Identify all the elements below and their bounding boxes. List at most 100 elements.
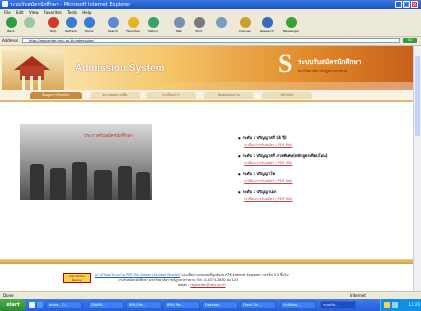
mail-button[interactable]: Mail (170, 17, 188, 33)
discuss-icon (239, 17, 251, 28)
start-button[interactable]: start (0, 299, 26, 311)
program-link-item: ระดับ : ปริญญาตรี (4 ปี) ระเบียบการรับสม… (238, 134, 398, 148)
nav-tab[interactable]: ข้อมูลการรับสมัคร (30, 92, 82, 99)
taskbar-task[interactable]: RMU Re... (126, 301, 162, 309)
tray-icon[interactable] (392, 302, 398, 308)
history-button[interactable]: History (144, 17, 162, 33)
system-tray: 11:20 (380, 299, 421, 311)
toolbar-label: Refresh (65, 29, 77, 33)
program-pdf-link[interactable]: ระเบียบการรับสมัคร (.PDF file) (244, 178, 398, 184)
program-pdf-link[interactable]: ระเบียบการรับสมัคร (.PDF file) (244, 160, 398, 166)
menu-edit[interactable]: Edit (16, 9, 24, 16)
ie-quicklaunch-icon[interactable] (37, 302, 43, 308)
refresh-icon (65, 17, 77, 28)
toolbar-label: Favorites (126, 29, 140, 33)
menu-favorites[interactable]: Favorites (44, 9, 62, 16)
discuss-button[interactable]: Discuss (236, 17, 254, 33)
site-header: Admission System S ระบบรับสมัครนักศึกษา … (0, 46, 413, 90)
scrollbar-thumb[interactable] (415, 56, 420, 136)
program-heading: ระดับ : ปริญญาตรี ภาคพิเศษ(หลักสูตรเทียบ… (238, 152, 398, 159)
taskbar-task[interactable]: Desktop (202, 301, 238, 309)
close-button[interactable]: × (411, 1, 418, 8)
taskbar-task[interactable]: Inbox - O... (46, 301, 82, 309)
menu-view[interactable]: View (29, 9, 39, 16)
taskbar-task[interactable]: RMU Re... (164, 301, 200, 309)
edit-icon (215, 17, 227, 28)
address-input[interactable]: http://regcenter.rmu.ac.th/admission/ (22, 38, 400, 43)
maximize-button[interactable]: □ (403, 1, 410, 8)
taskbar-task[interactable]: Flash Dri... (240, 301, 276, 309)
site-footer: Get Adobe Reader ดาวน์โหลดโปรแกรม PDF Fi… (0, 264, 413, 291)
logo-letter: S (278, 49, 293, 78)
taskbar: start Inbox - O... DIAMS... RMU Re... RMU R… (0, 299, 421, 311)
menu-tools[interactable]: Tools (67, 9, 77, 16)
adobe-reader-badge[interactable]: Get Adobe Reader (63, 273, 91, 283)
toolbar-label: Print (195, 29, 203, 33)
forward-arrow-button[interactable] (20, 17, 38, 29)
print-icon (193, 17, 205, 28)
search-icon (107, 17, 119, 28)
program-heading: ระดับ : ปริญญาเอก (238, 188, 398, 195)
window-title-bar[interactable]: ระบบรับสมัครนักศึกษา - Microsoft Interne… (0, 0, 421, 9)
back-arrow-button[interactable]: Back (2, 17, 20, 33)
nav-tab[interactable]: ระเบียบการ (146, 92, 196, 99)
security-zone: Internet (350, 293, 366, 298)
program-pdf-link[interactable]: ระเบียบการรับสมัคร (.PDF file) (244, 142, 398, 148)
favorites-star-icon (127, 17, 139, 28)
menu-file[interactable]: File (4, 9, 11, 16)
favorites-star-button[interactable]: Favorites (124, 17, 142, 33)
email-label: email : (178, 283, 191, 287)
toolbar-label: Mail (175, 29, 183, 33)
photo-figure (136, 172, 150, 200)
back-arrow-icon (5, 17, 17, 28)
site-title: Admission System (75, 63, 165, 74)
toolbar-label: Messenger (282, 29, 300, 33)
program-heading: ระดับ : ปริญญาโท (238, 170, 398, 177)
mail-icon (173, 17, 185, 28)
program-pdf-link[interactable]: ระเบียบการรับสมัคร (.PDF file) (244, 196, 398, 202)
minimize-button[interactable]: _ (395, 1, 402, 8)
taskbar-task[interactable]: Untitled... (280, 301, 316, 309)
search-button[interactable]: Search (104, 17, 122, 33)
toolbar: Back Stop Refresh Home Search Favorites Histor… (0, 16, 421, 37)
messenger-button[interactable]: Messenger (282, 17, 300, 33)
forward-arrow-icon (23, 17, 35, 28)
toolbar-label: Home (84, 29, 94, 33)
toolbar-label: Search (107, 29, 119, 33)
browser-note: และเพื่อการแสดงผลที่ถูกต้องควรใช้ Intern… (180, 273, 289, 277)
internet-explorer-icon (2, 1, 8, 7)
print-button[interactable]: Print (190, 17, 208, 33)
refresh-button[interactable]: Refresh (62, 17, 80, 33)
main-content: ประกาศรับสมัครนักศึกษา ระดับ : ปริญญาตรี… (0, 102, 413, 256)
program-link-item: ระดับ : ปริญญาเอก ระเบียบการรับสมัคร (.P… (238, 188, 398, 202)
taskbar-task[interactable]: ระบบรับ... (320, 301, 356, 309)
home-button[interactable]: Home (80, 17, 98, 33)
status-bar: Done Internet (0, 291, 421, 299)
photo-figure (30, 164, 44, 200)
stop-button[interactable]: Stop (44, 17, 62, 33)
edit-button[interactable] (212, 17, 230, 29)
menu-help[interactable]: Help (82, 9, 91, 16)
taskbar-task[interactable]: DIAMS... (88, 301, 124, 309)
program-link-item: ระดับ : ปริญญาโท ระเบียบการรับสมัคร (.PD… (238, 170, 398, 184)
go-button[interactable]: Go (403, 38, 417, 43)
header-stripe (0, 82, 413, 90)
photo-figure (118, 166, 132, 200)
nav-tab[interactable]: ตรวจสอบรายชื่อ (90, 92, 140, 99)
home-icon (83, 17, 95, 28)
stop-icon (47, 17, 59, 28)
vertical-scrollbar[interactable] (413, 46, 421, 291)
email-link[interactable]: regcenter@rmu.ac.th (190, 283, 225, 287)
research-icon (261, 17, 273, 28)
nav-tab[interactable]: หน้าหลัก (262, 92, 312, 99)
show-desktop-icon[interactable] (29, 302, 35, 308)
clock: 11:20 (408, 302, 420, 307)
toolbar-label: Discuss (239, 29, 251, 33)
research-button[interactable]: Research (258, 17, 276, 33)
nav-tab[interactable]: ติดต่อสอบถาม (204, 92, 254, 99)
status-text: Done (3, 293, 14, 298)
photo-figure (50, 168, 66, 200)
tray-icon[interactable] (384, 302, 390, 308)
program-heading: ระดับ : ปริญญาตรี (4 ปี) (238, 134, 398, 141)
download-reader-link[interactable]: ดาวน์โหลดโปรแกรม PDF File Viewer (Acroba… (95, 273, 180, 277)
